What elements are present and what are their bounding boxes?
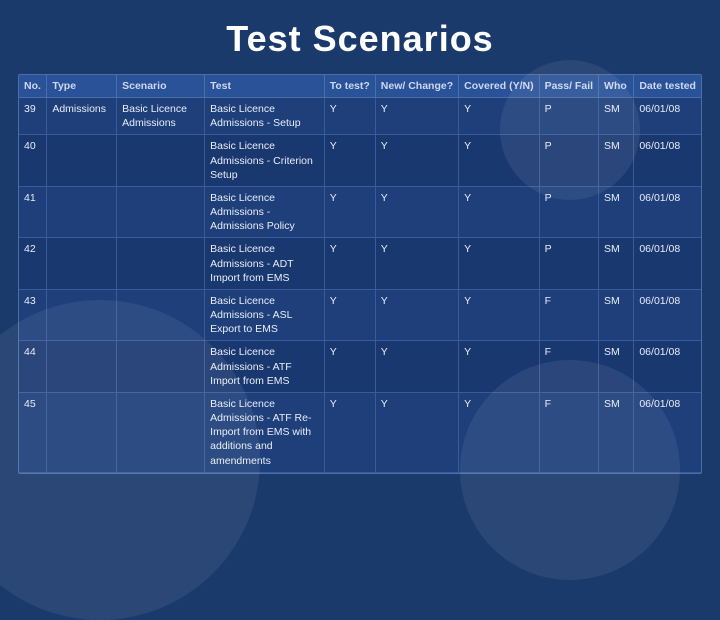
cell-newchange: Y [375, 98, 458, 135]
cell-no: 41 [19, 186, 47, 238]
cell-scenario [117, 238, 205, 290]
cell-totest: Y [324, 392, 375, 472]
col-header-datetested: Date tested [634, 75, 701, 98]
table-row: 39AdmissionsBasic Licence AdmissionsBasi… [19, 98, 701, 135]
scenarios-table-wrapper: No. Type Scenario Test To test? New/ Cha… [18, 74, 702, 474]
cell-no: 44 [19, 341, 47, 393]
cell-newchange: Y [375, 341, 458, 393]
cell-test: Basic Licence Admissions - ASL Export to… [205, 289, 325, 341]
cell-test: Basic Licence Admissions - ATF Re-Import… [205, 392, 325, 472]
col-header-totest: To test? [324, 75, 375, 98]
cell-scenario [117, 392, 205, 472]
cell-newchange: Y [375, 238, 458, 290]
cell-who: SM [599, 135, 634, 187]
table-row: 45 Basic Licence Admissions - ATF Re-Impo… [19, 392, 701, 472]
cell-type [47, 238, 117, 290]
col-header-test: Test [205, 75, 325, 98]
cell-type [47, 289, 117, 341]
cell-datetested: 06/01/08 [634, 392, 701, 472]
cell-covered: Y [459, 186, 539, 238]
cell-datetested: 06/01/08 [634, 289, 701, 341]
cell-no: 42 [19, 238, 47, 290]
cell-totest: Y [324, 98, 375, 135]
table-body: 39AdmissionsBasic Licence AdmissionsBasi… [19, 98, 701, 473]
cell-covered: Y [459, 289, 539, 341]
col-header-passfail: Pass/ Fail [539, 75, 598, 98]
col-header-type: Type [47, 75, 117, 98]
cell-who: SM [599, 98, 634, 135]
cell-totest: Y [324, 238, 375, 290]
cell-datetested: 06/01/08 [634, 98, 701, 135]
cell-scenario [117, 186, 205, 238]
col-header-covered: Covered (Y/N) [459, 75, 539, 98]
cell-totest: Y [324, 289, 375, 341]
cell-no: 40 [19, 135, 47, 187]
cell-type [47, 186, 117, 238]
cell-test: Basic Licence Admissions - Setup [205, 98, 325, 135]
cell-who: SM [599, 289, 634, 341]
cell-type: Admissions [47, 98, 117, 135]
cell-newchange: Y [375, 289, 458, 341]
col-header-who: Who [599, 75, 634, 98]
cell-test: Basic Licence Admissions - ATF Import fr… [205, 341, 325, 393]
cell-datetested: 06/01/08 [634, 135, 701, 187]
table-row: 40 Basic Licence Admissions - Criterion S… [19, 135, 701, 187]
cell-scenario: Basic Licence Admissions [117, 98, 205, 135]
cell-passfail: P [539, 98, 598, 135]
cell-totest: Y [324, 186, 375, 238]
col-header-newchange: New/ Change? [375, 75, 458, 98]
cell-who: SM [599, 392, 634, 472]
cell-test: Basic Licence Admissions - Admissions Po… [205, 186, 325, 238]
cell-covered: Y [459, 341, 539, 393]
cell-passfail: P [539, 135, 598, 187]
cell-who: SM [599, 186, 634, 238]
table-row: 42 Basic Licence Admissions - ADT Import … [19, 238, 701, 290]
table-row: 43 Basic Licence Admissions - ASL Export … [19, 289, 701, 341]
cell-datetested: 06/01/08 [634, 238, 701, 290]
cell-scenario [117, 289, 205, 341]
cell-passfail: F [539, 289, 598, 341]
cell-newchange: Y [375, 392, 458, 472]
cell-covered: Y [459, 392, 539, 472]
cell-passfail: P [539, 186, 598, 238]
cell-totest: Y [324, 135, 375, 187]
cell-type [47, 135, 117, 187]
cell-totest: Y [324, 341, 375, 393]
cell-newchange: Y [375, 135, 458, 187]
cell-no: 45 [19, 392, 47, 472]
col-header-scenario: Scenario [117, 75, 205, 98]
cell-scenario [117, 135, 205, 187]
cell-covered: Y [459, 135, 539, 187]
table-row: 44 Basic Licence Admissions - ATF Import … [19, 341, 701, 393]
cell-who: SM [599, 341, 634, 393]
col-header-no: No. [19, 75, 47, 98]
header-row: No. Type Scenario Test To test? New/ Cha… [19, 75, 701, 98]
table-header: No. Type Scenario Test To test? New/ Cha… [19, 75, 701, 98]
table-row: 41 Basic Licence Admissions - Admissions … [19, 186, 701, 238]
cell-type [47, 341, 117, 393]
cell-datetested: 06/01/08 [634, 341, 701, 393]
cell-passfail: F [539, 392, 598, 472]
cell-covered: Y [459, 238, 539, 290]
page-title: Test Scenarios [0, 0, 720, 74]
cell-scenario [117, 341, 205, 393]
cell-passfail: F [539, 341, 598, 393]
cell-newchange: Y [375, 186, 458, 238]
cell-covered: Y [459, 98, 539, 135]
cell-datetested: 06/01/08 [634, 186, 701, 238]
scenarios-table: No. Type Scenario Test To test? New/ Cha… [19, 75, 701, 473]
cell-no: 39 [19, 98, 47, 135]
cell-test: Basic Licence Admissions - ADT Import fr… [205, 238, 325, 290]
cell-test: Basic Licence Admissions - Criterion Set… [205, 135, 325, 187]
cell-no: 43 [19, 289, 47, 341]
cell-type [47, 392, 117, 472]
cell-passfail: P [539, 238, 598, 290]
cell-who: SM [599, 238, 634, 290]
